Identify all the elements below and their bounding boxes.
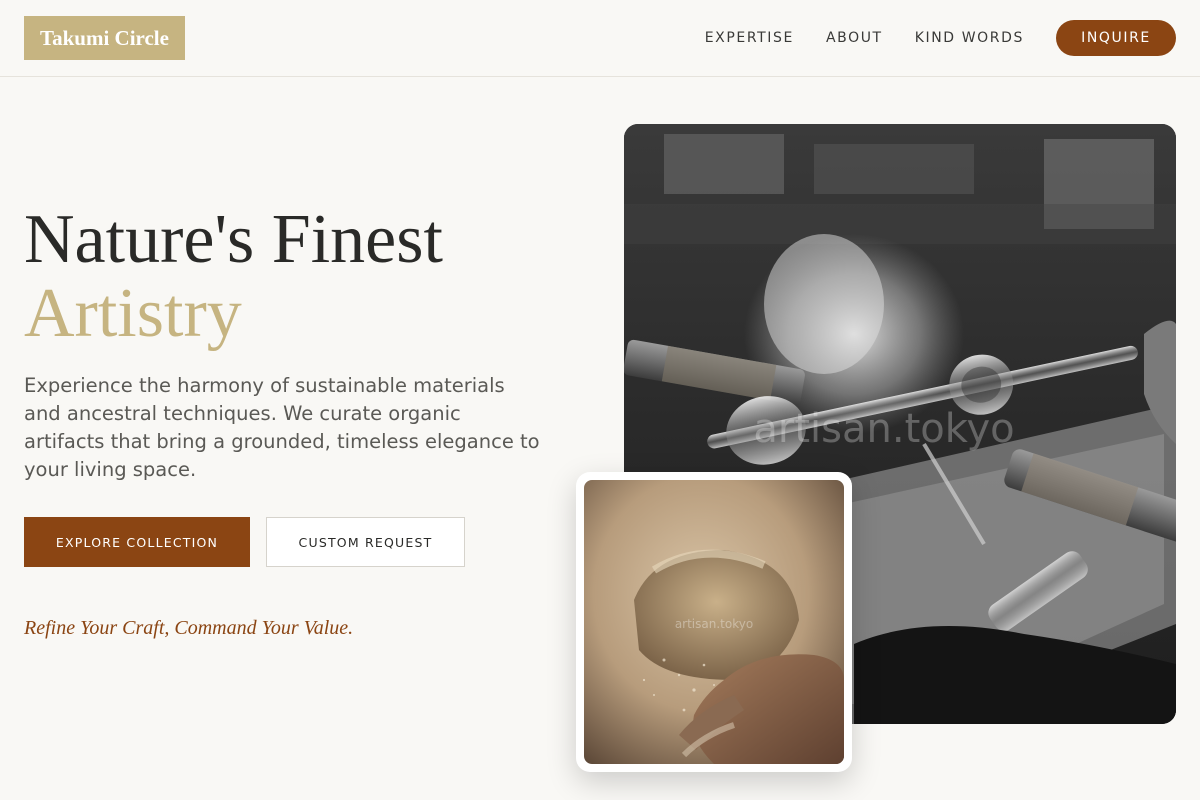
clay-image: artisan.tokyo bbox=[584, 480, 844, 764]
hero-description: Experience the harmony of sustainable ma… bbox=[24, 374, 540, 481]
explore-collection-button[interactable]: EXPLORE COLLECTION bbox=[24, 517, 250, 567]
clay-photo-card: artisan.tokyo bbox=[576, 472, 852, 772]
main-nav: EXPERTISE ABOUT KIND WORDS INQUIRE bbox=[705, 20, 1176, 56]
hero-title-line2: Artistry bbox=[24, 275, 242, 352]
small-photo-watermark: artisan.tokyo bbox=[675, 617, 753, 631]
clay-photo: artisan.tokyo bbox=[584, 480, 844, 764]
nav-link-about[interactable]: ABOUT bbox=[826, 30, 883, 46]
hero-title: Nature's Finest Artistry bbox=[24, 203, 443, 351]
main-photo-watermark: artisan.tokyo bbox=[753, 406, 1014, 452]
hero-tagline: Refine Your Craft, Command Your Value. bbox=[24, 617, 354, 639]
logo[interactable]: Takumi Circle bbox=[24, 16, 185, 60]
site-header: Takumi Circle EXPERTISE ABOUT KIND WORDS… bbox=[0, 0, 1200, 77]
nav-link-kind-words[interactable]: KIND WORDS bbox=[915, 30, 1024, 46]
custom-request-button[interactable]: CUSTOM REQUEST bbox=[266, 517, 465, 567]
hero-title-line1: Nature's Finest bbox=[24, 201, 443, 278]
nav-link-expertise[interactable]: EXPERTISE bbox=[705, 30, 794, 46]
inquire-button[interactable]: INQUIRE bbox=[1056, 20, 1176, 56]
